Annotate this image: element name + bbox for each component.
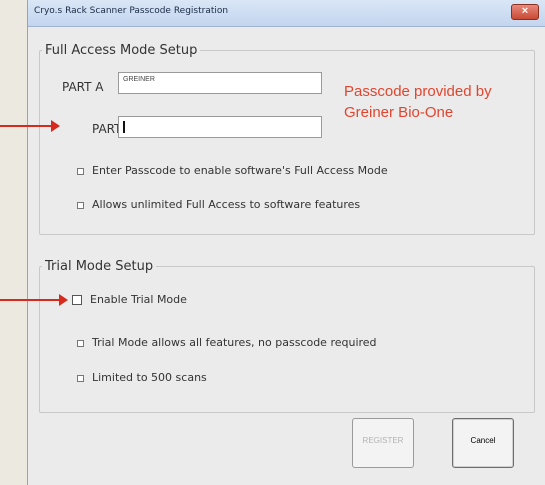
part-a-label: PART A: [62, 80, 104, 94]
part-b-input[interactable]: [118, 116, 322, 138]
passcode-annotation: Passcode provided by Greiner Bio-One: [344, 81, 492, 123]
part-a-input[interactable]: GREINER: [118, 72, 322, 94]
window-title: Cryo.s Rack Scanner Passcode Registratio…: [34, 6, 229, 16]
bullet-icon: [77, 375, 84, 382]
annotation-line-2: Greiner Bio-One: [344, 104, 454, 121]
close-icon: ×: [521, 5, 529, 17]
enable-trial-label[interactable]: Enable Trial Mode: [90, 293, 187, 306]
passcode-registration-dialog: Cryo.s Rack Scanner Passcode Registratio…: [27, 0, 545, 485]
annotation-line-1: Passcode provided by: [344, 83, 492, 100]
register-button-label: REGISTER: [362, 436, 404, 445]
bullet-icon: [77, 202, 84, 209]
register-button[interactable]: REGISTER: [352, 418, 414, 468]
cancel-button-label: Cancel: [470, 436, 496, 445]
trial-info-2: Limited to 500 scans: [92, 371, 207, 384]
close-button[interactable]: ×: [511, 4, 539, 20]
full-access-info-2: Allows unlimited Full Access to software…: [92, 198, 361, 211]
trial-info-1: Trial Mode allows all features, no passc…: [92, 336, 377, 349]
enable-trial-checkbox[interactable]: [72, 295, 82, 305]
trial-mode-legend: Trial Mode Setup: [45, 259, 154, 274]
full-access-info-1: Enter Passcode to enable software's Full…: [92, 164, 388, 177]
part-a-value: GREINER: [123, 76, 155, 83]
title-bar[interactable]: Cryo.s Rack Scanner Passcode Registratio…: [28, 0, 545, 27]
cancel-button[interactable]: Cancel: [452, 418, 514, 468]
arrow-to-part-b: [0, 120, 60, 132]
bullet-icon: [77, 168, 84, 175]
arrow-to-trial-checkbox: [0, 294, 68, 306]
text-caret: [123, 121, 125, 133]
full-access-legend: Full Access Mode Setup: [45, 43, 198, 58]
bullet-icon: [77, 340, 84, 347]
